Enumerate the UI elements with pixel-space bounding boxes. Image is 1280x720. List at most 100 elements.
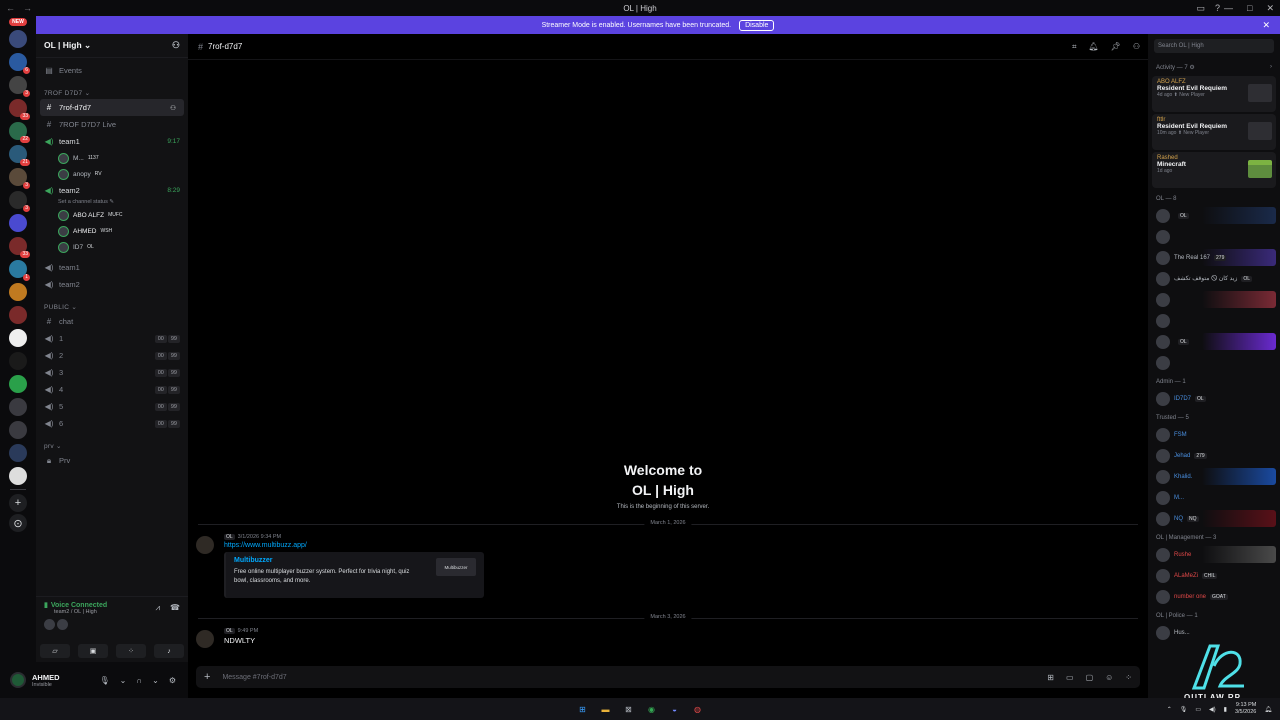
server-icon[interactable] — [9, 421, 27, 439]
microphone-icon[interactable]: 🎙︎ — [100, 676, 110, 685]
voice-channel-team1[interactable]: ◀) team1 9:17 — [36, 133, 188, 150]
emoji-icon[interactable]: ☺ — [1105, 673, 1113, 682]
mic-tray-icon[interactable]: 🎙︎ — [1180, 706, 1188, 713]
attach-plus-icon[interactable]: + — [204, 671, 210, 683]
member-row[interactable]: Khalid. — [1148, 466, 1280, 487]
member-row[interactable] — [1148, 226, 1280, 247]
member-row[interactable]: OL — [1148, 205, 1280, 226]
channel-status[interactable]: Set a channel status ✎ — [36, 199, 188, 207]
member-row[interactable]: NQ NQ — [1148, 508, 1280, 529]
voice-user[interactable]: anopy RV — [36, 166, 188, 182]
headphones-icon[interactable]: ∩ — [136, 676, 142, 685]
search-input[interactable]: Search OL | High — [1154, 39, 1274, 53]
voice-user[interactable]: ID7 OL — [36, 239, 188, 255]
gear-icon[interactable]: ⚙ — [169, 676, 176, 685]
user-avatar[interactable] — [10, 672, 26, 688]
voice-channel[interactable]: ◀) 6 00 99 — [36, 415, 188, 432]
server-icon[interactable]: 1 — [9, 260, 30, 281]
voice-channel[interactable]: ◀) 2 00 99 — [36, 347, 188, 364]
network-icon[interactable]: ▭ — [1195, 706, 1201, 713]
back-arrow-icon[interactable]: ← — [6, 3, 15, 13]
invite-icon[interactable]: ⚇ — [172, 40, 180, 51]
server-icon[interactable] — [9, 214, 27, 232]
battery-icon[interactable]: ▮ — [1224, 706, 1227, 713]
volume-icon[interactable]: ◀) — [1209, 706, 1216, 713]
voice-channel-team1b[interactable]: ◀) team1 — [36, 259, 188, 276]
member-row[interactable]: زيد كان 🛇 متوقف تكشف OL — [1148, 268, 1280, 289]
notification-bell-icon[interactable]: 🔔︎ — [1264, 706, 1272, 713]
member-row[interactable]: ALaMeZi CHIL — [1148, 565, 1280, 586]
server-icon[interactable]: 33 — [9, 99, 30, 120]
camera-off-icon[interactable]: ▱ — [40, 644, 70, 658]
member-row[interactable]: The Real 167 279 — [1148, 247, 1280, 268]
server-icon[interactable]: 6 — [9, 53, 30, 74]
member-row[interactable] — [1148, 352, 1280, 373]
chrome-icon[interactable]: ◉ — [645, 703, 658, 716]
server-icon[interactable] — [9, 467, 27, 485]
voice-channel[interactable]: ◀) 5 00 99 — [36, 398, 188, 415]
server-header[interactable]: OL | High ⌄ ⚇ — [36, 34, 188, 58]
member-row[interactable]: FSM — [1148, 424, 1280, 445]
member-row[interactable]: ID7D7 OL — [1148, 388, 1280, 409]
category-7rof[interactable]: 7ROF D7D7 ⌄ — [36, 79, 188, 99]
server-icon[interactable] — [9, 329, 27, 347]
channel-prv[interactable]: 🔒︎ Prv — [36, 452, 188, 469]
windows-start-icon[interactable]: ⊞ — [576, 703, 589, 716]
bell-icon[interactable]: 🔔︎ — [1089, 42, 1099, 52]
avatar[interactable] — [196, 630, 214, 648]
apps-icon[interactable]: ⁘ — [1125, 673, 1132, 682]
chevron-down-icon[interactable]: ⌄ — [120, 676, 127, 685]
server-icon[interactable] — [9, 306, 27, 324]
channel-live[interactable]: # 7ROF D7D7 Live — [36, 116, 188, 133]
forward-arrow-icon[interactable]: → — [23, 3, 32, 13]
server-icon[interactable] — [9, 444, 27, 462]
channel-chat[interactable]: # chat — [36, 313, 188, 330]
disable-streamer-button[interactable]: Disable — [739, 19, 775, 31]
members-icon[interactable]: ⚇ — [1133, 42, 1140, 52]
discord-icon[interactable]: ◒ — [668, 703, 681, 716]
voice-user[interactable]: AHMED WSH — [36, 223, 188, 239]
voice-channel[interactable]: ◀) 1 00 99 — [36, 330, 188, 347]
close-window-button[interactable]: ✕ — [1266, 3, 1274, 14]
server-icon[interactable]: 21 — [9, 145, 30, 166]
server-icon[interactable] — [9, 352, 27, 370]
threads-icon[interactable]: ⌗ — [1072, 42, 1077, 52]
voice-channel-team2[interactable]: ◀) team2 8:29 — [36, 182, 188, 199]
chevron-right-icon[interactable]: › — [1270, 64, 1272, 70]
pin-icon[interactable]: 📌︎ — [1111, 42, 1121, 52]
channel-7rof-d7d7[interactable]: # 7rof-d7d7 ⚇ — [40, 99, 184, 116]
file-explorer-icon[interactable]: ▬ — [599, 703, 612, 716]
member-row[interactable]: Hus... — [1148, 622, 1280, 643]
server-icon[interactable] — [9, 283, 27, 301]
discover-icon[interactable]: ⊙ — [9, 514, 27, 532]
inbox-icon[interactable]: ▭ — [1196, 3, 1205, 14]
member-row[interactable]: OL — [1148, 331, 1280, 352]
member-row[interactable] — [1148, 310, 1280, 331]
avatar[interactable] — [196, 536, 214, 554]
server-icon[interactable]: 3 — [9, 76, 30, 97]
disconnect-icon[interactable]: ☎ — [170, 603, 180, 613]
gift-icon[interactable]: ⊞ — [1047, 673, 1054, 682]
app-icon[interactable]: ◍ — [691, 703, 704, 716]
activity-card[interactable]: Rashed Minecraft 1d ago — [1152, 152, 1276, 188]
server-icon[interactable]: 3 — [9, 168, 30, 189]
activities-icon[interactable]: ⁘ — [116, 644, 146, 658]
member-row[interactable]: number one GOAT — [1148, 586, 1280, 607]
maximize-button[interactable]: □ — [1247, 3, 1252, 13]
close-banner-icon[interactable]: ✕ — [1262, 20, 1270, 31]
xbox-icon[interactable]: ⊠ — [622, 703, 635, 716]
activity-card[interactable]: fttlr Resident Evil Requiem 10m ago ⬆ Ne… — [1152, 114, 1276, 150]
message-composer[interactable]: + Message #7rof-d7d7 ⊞ ▭ ▢ ☺ ⁘ — [196, 666, 1140, 688]
embed-thumbnail[interactable]: Multibuzzer — [436, 558, 476, 576]
chevron-up-icon[interactable]: ⌃ — [1167, 706, 1172, 713]
voice-user[interactable]: ABO ALFZ MUFC — [36, 207, 188, 223]
voice-channel[interactable]: ◀) 4 00 99 — [36, 381, 188, 398]
server-icon[interactable] — [9, 375, 27, 393]
member-row[interactable]: Rushe — [1148, 544, 1280, 565]
events-item[interactable]: ▤ Events — [36, 62, 188, 79]
category-prv[interactable]: prv ⌄ — [36, 432, 188, 452]
member-row[interactable]: M... — [1148, 487, 1280, 508]
server-icon[interactable] — [9, 398, 27, 416]
activity-card[interactable]: ABO ALFZ Resident Evil Requiem 4d ago ⬆ … — [1152, 76, 1276, 112]
help-icon[interactable]: ? — [1215, 3, 1220, 13]
